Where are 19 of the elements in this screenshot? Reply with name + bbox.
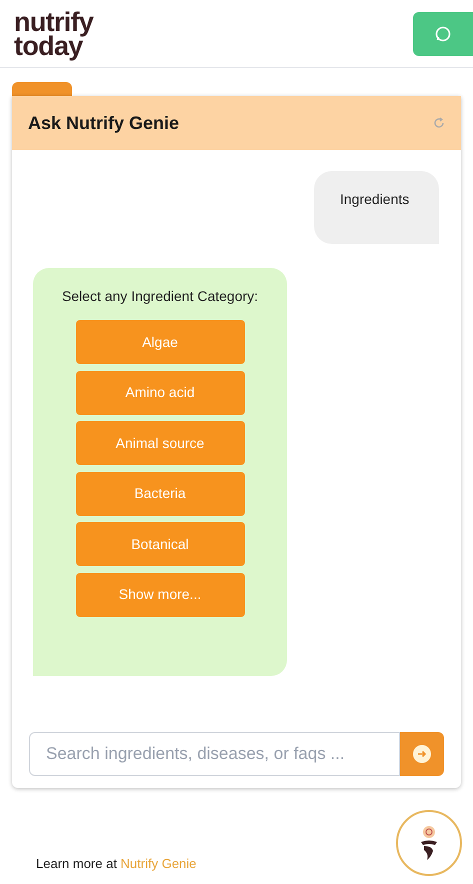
search-field[interactable]: Search ingredients, diseases, or faqs ... [29,732,400,776]
chat-title: Ask Nutrify Genie [28,112,180,135]
tab-marker [12,82,72,96]
category-button[interactable]: Animal source [76,421,244,465]
category-button[interactable]: Bacteria [76,472,244,516]
genie-icon [418,825,440,861]
prompt-text: Select any Ingredient Category: [62,287,258,306]
genie-link[interactable]: Nutrify Genie [120,856,196,871]
send-button[interactable] [400,732,444,776]
footer-text: Learn more at [36,856,118,871]
category-button[interactable]: Algae [76,320,244,364]
user-message: Ingredients [314,171,439,244]
refresh-icon[interactable] [433,117,445,129]
whatsapp-button[interactable] [413,12,473,56]
category-button[interactable]: Botanical [76,522,244,566]
category-button[interactable]: Show more... [76,572,244,616]
arrow-right-icon [413,745,431,763]
chat-bubble-icon [435,26,451,42]
category-button[interactable]: Amino acid [76,370,244,414]
